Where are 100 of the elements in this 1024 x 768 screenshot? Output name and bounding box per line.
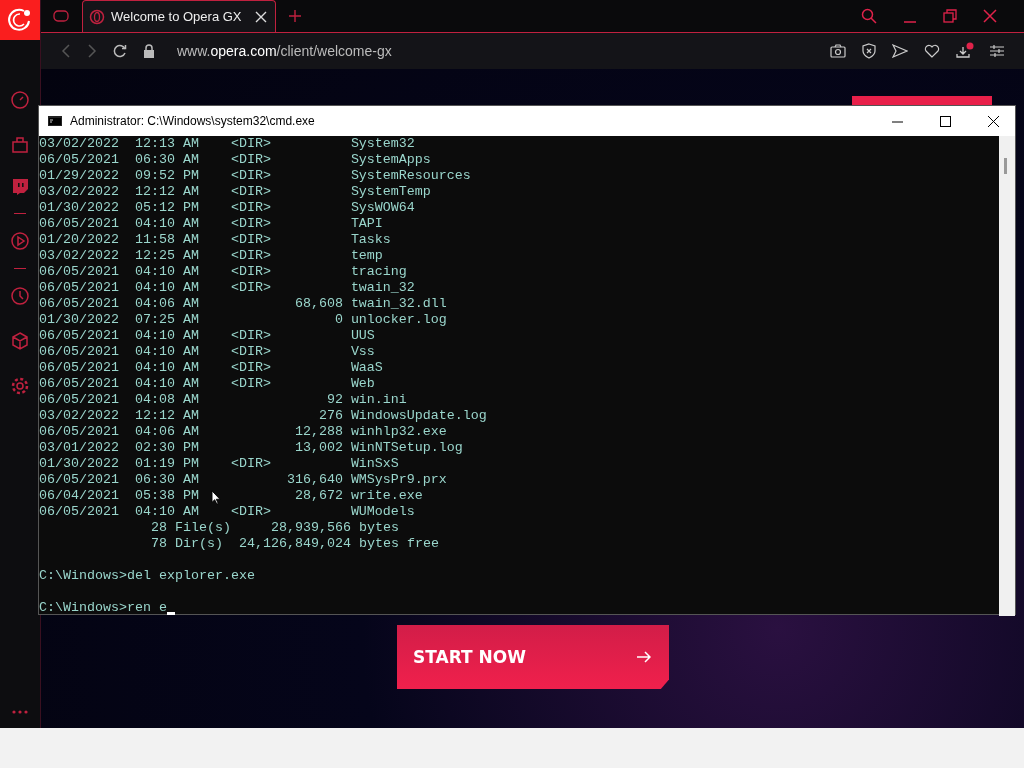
file-date: 06/05/2021 xyxy=(39,376,119,391)
restore-icon[interactable] xyxy=(943,9,957,23)
send-icon[interactable] xyxy=(892,44,908,58)
forward-icon[interactable] xyxy=(87,44,97,58)
file-date: 01/30/2022 xyxy=(39,456,119,471)
more-icon[interactable] xyxy=(11,710,29,714)
browser-logo[interactable] xyxy=(0,0,40,40)
file-name: TAPI xyxy=(350,216,383,232)
settings-icon[interactable] xyxy=(10,376,30,396)
file-size: 316,640 xyxy=(286,472,343,487)
file-name: WUModels xyxy=(350,504,415,520)
file-time: 09:52 PM xyxy=(134,168,199,183)
file-size: 276 xyxy=(318,408,343,423)
file-time: 01:19 PM xyxy=(134,456,199,471)
file-date: 06/05/2021 xyxy=(39,264,119,279)
play-icon[interactable] xyxy=(10,231,30,251)
file-time: 06:30 AM xyxy=(134,152,199,167)
file-name: unlocker.log xyxy=(350,312,447,328)
gamepad-icon[interactable] xyxy=(53,10,69,22)
file-name: WaaS xyxy=(350,360,383,376)
lock-icon xyxy=(143,44,155,58)
file-time: 04:10 AM xyxy=(134,504,199,519)
file-date: 06/05/2021 xyxy=(39,472,119,487)
file-time: 11:58 AM xyxy=(134,232,199,247)
file-date: 06/05/2021 xyxy=(39,504,119,519)
file-size: 68,608 xyxy=(294,296,343,311)
file-name: write.exe xyxy=(350,488,423,504)
file-size: 12,288 xyxy=(294,424,343,439)
file-name: WinSxS xyxy=(350,456,399,472)
bag-icon[interactable] xyxy=(11,135,29,153)
file-time: 04:10 AM xyxy=(134,280,199,295)
dir-label: <DIR> xyxy=(230,136,271,151)
file-date: 01/30/2022 xyxy=(39,312,119,327)
back-icon[interactable] xyxy=(61,44,71,58)
dir-label: <DIR> xyxy=(230,504,271,519)
dir-label: <DIR> xyxy=(230,216,271,231)
address-field[interactable]: www.opera.com/client/welcome-gx xyxy=(177,43,392,59)
scrollbar[interactable] xyxy=(999,136,1015,616)
new-tab-icon[interactable] xyxy=(289,10,301,22)
file-time: 04:08 AM xyxy=(134,392,199,407)
download-icon[interactable] xyxy=(956,42,974,60)
summary-line: 78 Dir(s) 24,126,849,024 bytes free xyxy=(150,536,439,552)
file-date: 06/05/2021 xyxy=(39,424,119,439)
file-date: 03/02/2022 xyxy=(39,248,119,263)
file-name: SystemApps xyxy=(350,152,431,168)
dir-label: <DIR> xyxy=(230,184,271,199)
dir-label: <DIR> xyxy=(230,360,271,375)
twitch-icon[interactable] xyxy=(11,178,29,196)
file-date: 03/02/2022 xyxy=(39,184,119,199)
file-time: 12:12 AM xyxy=(134,408,199,423)
file-date: 03/02/2022 xyxy=(39,408,119,423)
reload-icon[interactable] xyxy=(113,44,127,58)
command-line: C:\Windows>ren e xyxy=(39,600,167,616)
file-date: 03/02/2022 xyxy=(39,136,119,151)
file-time: 04:10 AM xyxy=(134,344,199,359)
file-name: SystemResources xyxy=(350,168,471,184)
clock-icon[interactable] xyxy=(10,286,30,306)
dir-label: <DIR> xyxy=(230,168,271,183)
file-time: 12:25 AM xyxy=(134,248,199,263)
easy-setup-icon[interactable] xyxy=(990,45,1004,57)
file-name: tracing xyxy=(350,264,407,280)
file-date: 06/04/2021 xyxy=(39,488,119,503)
camera-icon[interactable] xyxy=(830,44,846,58)
file-date: 06/05/2021 xyxy=(39,344,119,359)
file-size: 28,672 xyxy=(294,488,343,503)
dir-label: <DIR> xyxy=(230,264,271,279)
file-name: WMSysPr9.prx xyxy=(350,472,447,488)
file-time: 02:30 PM xyxy=(134,440,199,455)
file-date: 03/01/2022 xyxy=(39,440,119,455)
shield-icon[interactable] xyxy=(862,43,876,59)
maximize-icon[interactable] xyxy=(940,115,951,127)
mouse-pointer-icon xyxy=(211,490,221,505)
file-date: 06/05/2021 xyxy=(39,392,119,407)
cube-icon[interactable] xyxy=(10,331,30,351)
file-time: 07:25 AM xyxy=(134,312,199,327)
file-time: 12:13 AM xyxy=(134,136,199,151)
arrow-right-icon xyxy=(637,651,651,663)
text-cursor xyxy=(167,612,175,615)
command-line: C:\Windows>del explorer.exe xyxy=(39,568,255,584)
dir-label: <DIR> xyxy=(230,344,271,359)
close-icon[interactable] xyxy=(988,115,999,127)
summary-line: 28 File(s) 28,939,566 bytes xyxy=(150,520,399,536)
file-name: twain_32 xyxy=(350,280,415,296)
file-time: 06:30 AM xyxy=(134,472,199,487)
speedometer-icon[interactable] xyxy=(10,90,30,110)
file-name: temp xyxy=(350,248,383,264)
search-icon[interactable] xyxy=(861,8,877,24)
file-name: System32 xyxy=(350,136,415,152)
dir-label: <DIR> xyxy=(230,232,271,247)
file-time: 05:38 PM xyxy=(134,488,199,503)
browser-tab[interactable]: Welcome to Opera GX xyxy=(82,0,276,32)
tab-title: Welcome to Opera GX xyxy=(111,9,243,24)
file-size: 0 xyxy=(334,312,343,327)
file-name: UUS xyxy=(350,328,375,344)
dir-label: <DIR> xyxy=(230,328,271,343)
heart-icon[interactable] xyxy=(924,44,940,58)
file-name: win.ini xyxy=(350,392,407,408)
file-date: 01/20/2022 xyxy=(39,232,119,247)
opera-icon xyxy=(89,8,105,25)
start-now-button[interactable]: START NOW xyxy=(397,625,669,689)
